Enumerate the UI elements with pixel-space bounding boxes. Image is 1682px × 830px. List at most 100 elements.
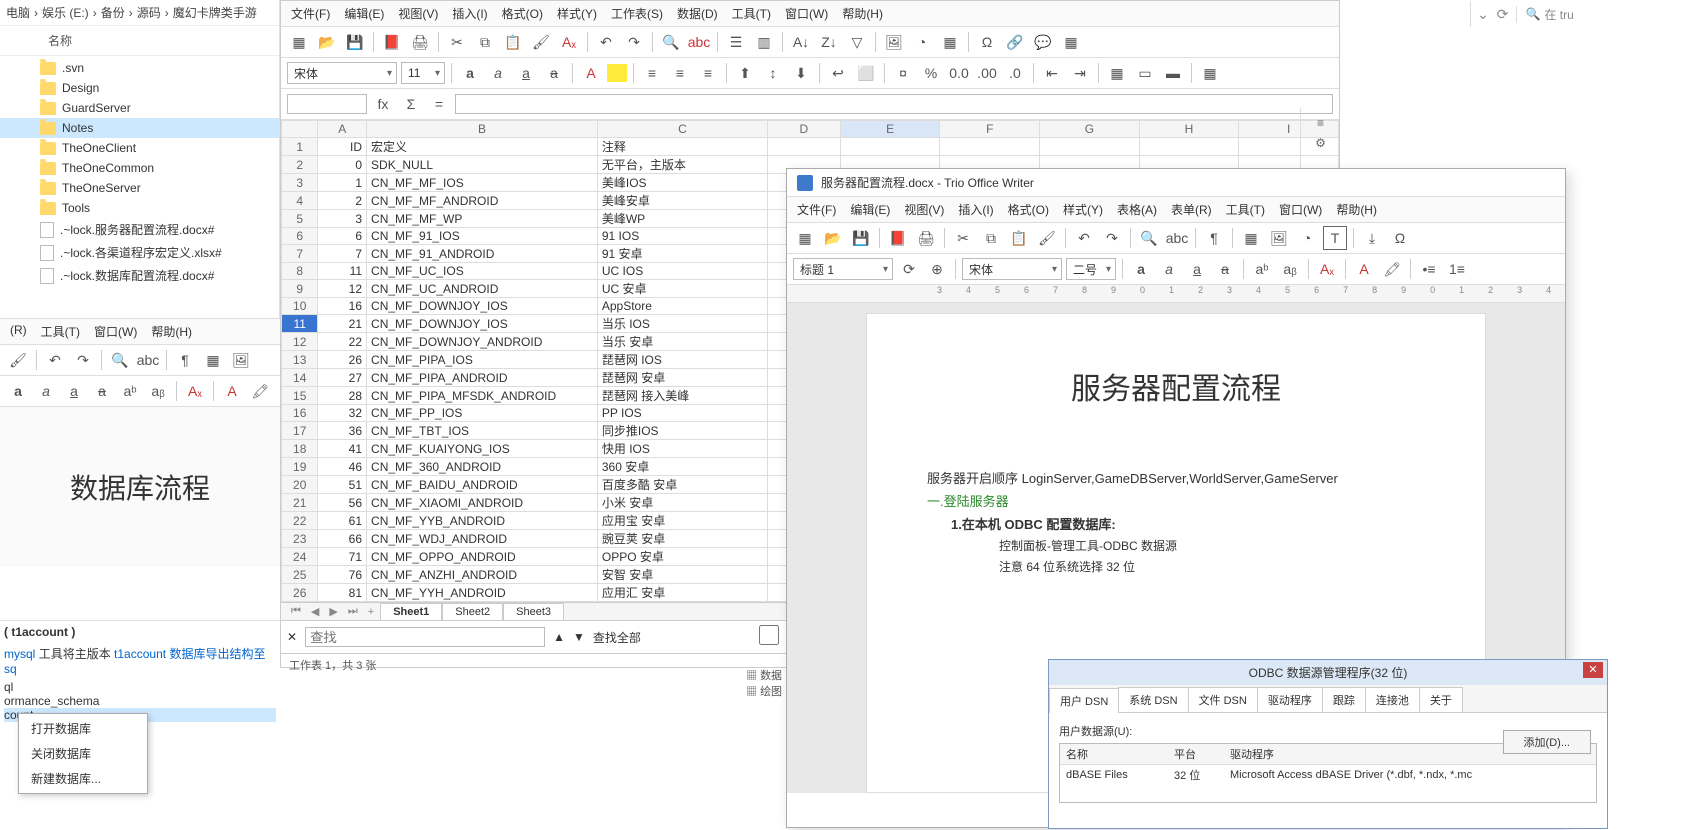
valign-top-icon[interactable]: ⬆ xyxy=(733,61,757,85)
find-icon[interactable]: 🔍 xyxy=(659,30,683,54)
dec-add-icon[interactable]: .00 xyxy=(975,61,999,85)
sidebar-menu-icon[interactable]: ≡ xyxy=(1317,116,1324,130)
file-item[interactable]: TheOneClient xyxy=(0,138,279,158)
special-icon[interactable]: Ω xyxy=(1388,226,1412,250)
tab-next-icon[interactable]: ▶ xyxy=(325,605,341,618)
undo-icon[interactable]: ↶ xyxy=(43,348,67,372)
menu-item[interactable]: 视图(V) xyxy=(398,5,438,22)
pdf-icon[interactable]: 📕 xyxy=(380,30,404,54)
odbc-titlebar[interactable]: ODBC 数据源管理程序(32 位) ✕ xyxy=(1049,660,1607,685)
sidebar-settings-icon[interactable]: ⚙ xyxy=(1315,136,1326,150)
bold-icon[interactable]: a xyxy=(6,379,30,403)
formula-input[interactable] xyxy=(455,94,1333,114)
menu-item[interactable]: 插入(I) xyxy=(958,201,993,218)
tab-first-icon[interactable]: ⏮ xyxy=(287,605,305,618)
chart-icon[interactable]: ◔ xyxy=(1295,226,1319,250)
new-icon[interactable]: ▦ xyxy=(287,30,311,54)
headers-icon[interactable]: ▦ xyxy=(1059,30,1083,54)
breadcrumb[interactable]: 电脑›娱乐 (E:)›备份›源码›魔幻卡牌类手游 xyxy=(0,0,279,26)
highlight-icon[interactable]: 🖍 xyxy=(248,379,272,403)
odbc-tab[interactable]: 关于 xyxy=(1419,687,1463,712)
brush-icon[interactable]: 🖌 xyxy=(1035,226,1059,250)
find-input[interactable] xyxy=(305,627,545,647)
clear-fmt-icon[interactable]: Aₓ xyxy=(557,30,581,54)
db-link-export[interactable]: 数据库导出结构至 xyxy=(169,647,265,661)
file-item[interactable]: Notes xyxy=(0,118,279,138)
pagebreak-icon[interactable]: ⤓ xyxy=(1360,226,1384,250)
redo-icon[interactable]: ↷ xyxy=(1100,226,1124,250)
menu-item[interactable]: 文件(F) xyxy=(291,5,330,22)
font-size-combo[interactable]: 11 xyxy=(401,62,445,84)
menu-item[interactable]: 编辑(E) xyxy=(344,5,384,22)
menu-item[interactable]: 工具(T) xyxy=(41,323,80,340)
border-color-icon[interactable]: ▬ xyxy=(1161,61,1185,85)
odbc-tab[interactable]: 连接池 xyxy=(1365,687,1420,712)
menu-item[interactable]: 样式(Y) xyxy=(1063,201,1103,218)
sheet-tab[interactable]: Sheet2 xyxy=(442,603,503,620)
strike-icon[interactable]: a xyxy=(542,61,566,85)
cut-icon[interactable]: ✂ xyxy=(951,226,975,250)
menu-item[interactable]: 窗口(W) xyxy=(785,5,828,22)
indent-inc-icon[interactable]: ⇥ xyxy=(1068,61,1092,85)
menu-item[interactable]: 帮助(H) xyxy=(1336,201,1377,218)
dec-rem-icon[interactable]: .0 xyxy=(1003,61,1027,85)
file-item[interactable]: TheOneServer xyxy=(0,178,279,198)
file-item[interactable]: Tools xyxy=(0,198,279,218)
close-find-icon[interactable]: ✕ xyxy=(287,630,297,644)
para-icon[interactable]: ¶ xyxy=(173,348,197,372)
context-menu-item[interactable]: 关闭数据库 xyxy=(19,741,147,766)
sheet-tab[interactable]: Sheet1 xyxy=(380,603,442,620)
menu-item[interactable]: 表单(R) xyxy=(1171,201,1212,218)
cell-ref-input[interactable] xyxy=(287,94,367,114)
font-color-icon[interactable]: A xyxy=(579,61,603,85)
odbc-tab[interactable]: 驱动程序 xyxy=(1257,687,1323,712)
valign-bot-icon[interactable]: ⬇ xyxy=(789,61,813,85)
file-item[interactable]: .~lock.服务器配置流程.docx# xyxy=(0,218,279,241)
col-icon[interactable]: ▥ xyxy=(752,30,776,54)
close-icon[interactable]: ✕ xyxy=(1583,662,1603,678)
tab-prev-icon[interactable]: ◀ xyxy=(307,605,323,618)
subscript-icon[interactable]: aᵦ xyxy=(1278,257,1302,281)
image-icon[interactable]: 🖼 xyxy=(229,348,253,372)
table-icon[interactable]: ▦ xyxy=(1239,226,1263,250)
wrap-icon[interactable]: ↩ xyxy=(826,61,850,85)
print-icon[interactable]: 🖨 xyxy=(408,30,432,54)
size-combo[interactable]: 二号 xyxy=(1066,258,1116,280)
paste-icon[interactable]: 📋 xyxy=(1007,226,1031,250)
copy-icon[interactable]: ⧉ xyxy=(473,30,497,54)
merge-icon[interactable]: ⬜ xyxy=(854,61,878,85)
menu-item[interactable]: 窗口(W) xyxy=(94,323,137,340)
menu-item[interactable]: 数据(D) xyxy=(677,5,718,22)
save-icon[interactable]: 💾 xyxy=(849,226,873,250)
special-char-icon[interactable]: Ω xyxy=(975,30,999,54)
menu-item[interactable]: 帮助(H) xyxy=(842,5,883,22)
currency-icon[interactable]: ¤ xyxy=(891,61,915,85)
menu-item[interactable]: 格式(O) xyxy=(502,5,543,22)
clear-icon[interactable]: Aₓ xyxy=(1315,257,1339,281)
highlight-icon[interactable]: 🖍 xyxy=(1380,257,1404,281)
redo-icon[interactable]: ↷ xyxy=(622,30,646,54)
update-style-icon[interactable]: ⟳ xyxy=(897,257,921,281)
find-icon[interactable]: 🔍 xyxy=(1137,226,1161,250)
brush-icon[interactable]: 🖌 xyxy=(6,348,30,372)
clear-icon[interactable]: Aₓ xyxy=(183,379,207,403)
odbc-tab[interactable]: 跟踪 xyxy=(1322,687,1366,712)
find-icon[interactable]: 🔍 xyxy=(108,348,132,372)
highlight-icon[interactable] xyxy=(607,64,627,82)
align-right-icon[interactable]: ≡ xyxy=(696,61,720,85)
font-combo[interactable]: 宋体 xyxy=(962,258,1062,280)
ruler[interactable]: 3456789012345678901234 xyxy=(787,285,1565,303)
db-link-t1account[interactable]: t1account xyxy=(114,647,166,661)
sum-icon[interactable]: Σ xyxy=(399,92,423,116)
new-style-icon[interactable]: ⊕ xyxy=(925,257,949,281)
context-menu-item[interactable]: 打开数据库 xyxy=(19,716,147,741)
font-name-combo[interactable]: 宋体 xyxy=(287,62,397,84)
align-left-icon[interactable]: ≡ xyxy=(640,61,664,85)
brush-icon[interactable]: 🖌 xyxy=(529,30,553,54)
indent-dec-icon[interactable]: ⇤ xyxy=(1040,61,1064,85)
font-color-icon[interactable]: A xyxy=(1352,257,1376,281)
dropdown-icon[interactable]: ⌄ xyxy=(1477,6,1489,23)
italic-icon[interactable]: a xyxy=(486,61,510,85)
sheet-tab[interactable]: Sheet3 xyxy=(503,603,564,620)
menu-item[interactable]: 视图(V) xyxy=(904,201,944,218)
